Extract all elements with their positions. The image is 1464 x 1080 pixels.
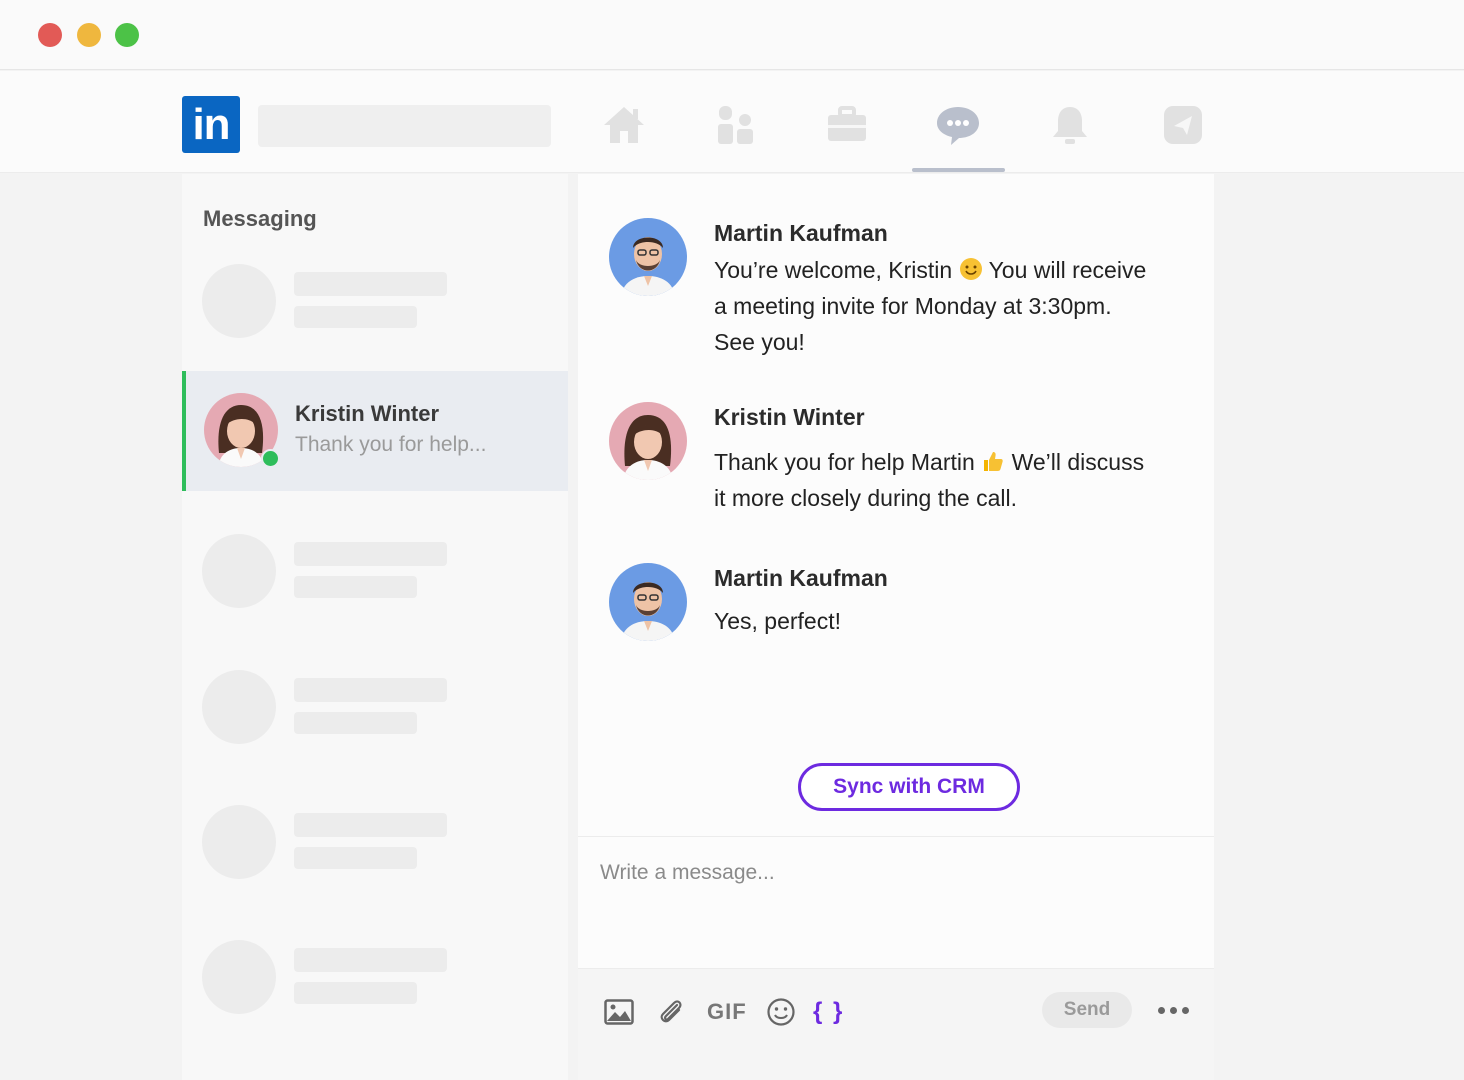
message-text: You’re welcome, Kristin You will receive <box>714 257 1147 283</box>
avatar-placeholder <box>202 940 276 1014</box>
compose-toolbar: GIF { } Send <box>578 968 1214 1080</box>
avatar-placeholder <box>202 670 276 744</box>
text-placeholder <box>294 576 417 598</box>
conversation-placeholder[interactable] <box>182 534 568 644</box>
avatar-placeholder <box>202 264 276 338</box>
text-placeholder <box>294 272 447 296</box>
linkedin-logo[interactable]: in <box>182 96 240 153</box>
minimize-window-button[interactable] <box>77 23 101 47</box>
message: Martin Kaufman You’re welcome, Kristin Y… <box>578 218 1214 368</box>
text-placeholder <box>294 847 417 869</box>
message-compose-area[interactable]: Write a message... <box>578 836 1214 968</box>
gif-label: GIF <box>707 999 747 1024</box>
text-placeholder <box>294 678 447 702</box>
message: Kristin Winter Thank you for help Martin… <box>578 402 1214 522</box>
notifications-icon[interactable] <box>1046 101 1094 149</box>
emoji-icon[interactable] <box>766 995 796 1029</box>
send-icon[interactable] <box>1159 101 1207 149</box>
message-text: Thank you for help Martin We’ll discuss <box>714 449 1145 475</box>
active-nav-indicator <box>912 168 1005 172</box>
message-sender: Martin Kaufman <box>714 565 888 591</box>
sync-with-crm-button[interactable]: Sync with CRM <box>798 763 1020 811</box>
text-placeholder <box>294 948 447 972</box>
message-text: See you! <box>714 329 805 355</box>
send-button[interactable]: Send <box>1042 992 1132 1028</box>
close-window-button[interactable] <box>38 23 62 47</box>
braces-icon: { } <box>813 998 845 1025</box>
message-text: a meeting invite for Monday at 3:30pm. <box>714 293 1112 319</box>
top-navbar: in <box>0 71 1464 173</box>
message-sender: Martin Kaufman <box>714 220 888 246</box>
conversation-placeholder[interactable] <box>182 805 568 915</box>
message: Martin Kaufman Yes, perfect! <box>578 563 1214 653</box>
text-placeholder <box>294 306 417 328</box>
messaging-icon[interactable] <box>934 101 982 149</box>
message-text: Yes, perfect! <box>714 608 842 634</box>
sidebar-title: Messaging <box>203 206 317 231</box>
kristin-avatar <box>609 402 687 480</box>
home-icon[interactable] <box>600 101 648 149</box>
conversation-placeholder[interactable] <box>182 670 568 780</box>
avatar-placeholder <box>202 534 276 608</box>
message-input-placeholder: Write a message... <box>600 861 775 884</box>
more-options-icon[interactable] <box>1158 995 1189 1025</box>
jobs-icon[interactable] <box>823 101 871 149</box>
martin-avatar <box>609 563 687 641</box>
window-titlebar <box>0 0 1464 70</box>
conversation-sidebar: Messaging Kristin Winter Thank you for h… <box>182 174 568 1080</box>
text-placeholder <box>294 982 417 1004</box>
network-icon[interactable] <box>712 101 760 149</box>
conversation-name: Kristin Winter <box>295 401 440 426</box>
conversation-placeholder[interactable] <box>182 264 568 374</box>
martin-avatar <box>609 218 687 296</box>
gif-button[interactable]: GIF <box>707 995 747 1029</box>
online-status-indicator <box>261 449 280 468</box>
maximize-window-button[interactable] <box>115 23 139 47</box>
text-placeholder <box>294 813 447 837</box>
attachment-icon[interactable] <box>657 995 685 1029</box>
image-icon[interactable] <box>604 995 634 1029</box>
thumbs-up-emoji-icon <box>984 452 1003 471</box>
conversation-preview: Thank you for help... <box>295 433 487 456</box>
avatar-placeholder <box>202 805 276 879</box>
text-placeholder <box>294 542 447 566</box>
active-conversation[interactable]: Kristin Winter Thank you for help... <box>182 371 568 491</box>
message-sender: Kristin Winter <box>714 404 865 430</box>
template-variables-button[interactable]: { } <box>813 995 844 1029</box>
smile-emoji-icon <box>959 258 982 280</box>
chat-panel: Martin Kaufman You’re welcome, Kristin Y… <box>578 174 1214 1080</box>
conversation-placeholder[interactable] <box>182 940 568 1050</box>
message-text: it more closely during the call. <box>714 485 1017 511</box>
search-input[interactable] <box>258 105 551 147</box>
text-placeholder <box>294 712 417 734</box>
